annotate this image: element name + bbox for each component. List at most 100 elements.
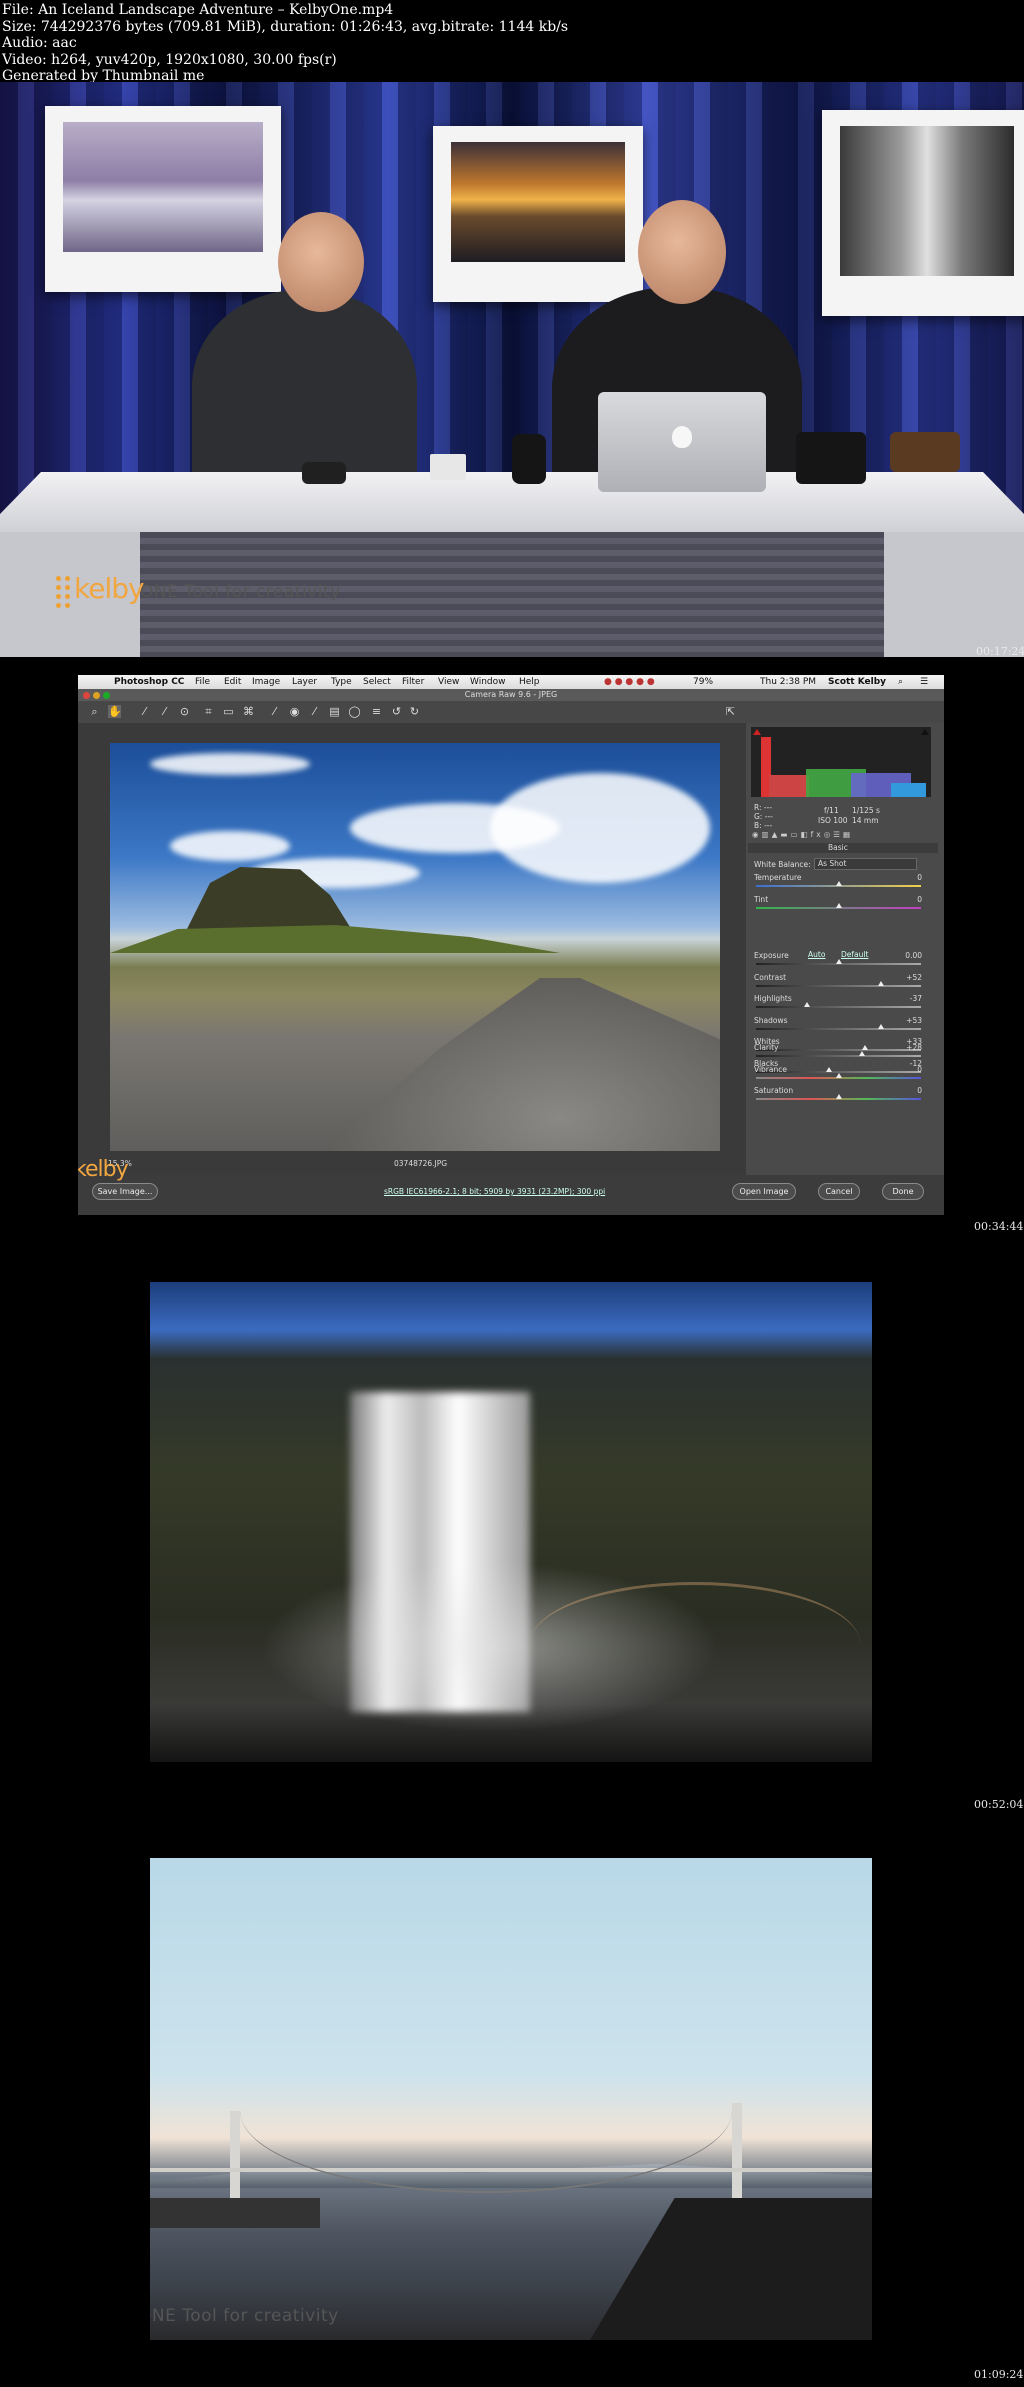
slider-thumb-highlights[interactable] (804, 1002, 811, 1007)
kelby-dots-icon (54, 574, 72, 610)
slider-value-saturation[interactable]: 0 (886, 1086, 922, 1095)
slider-exposure[interactable] (756, 959, 921, 965)
menu-help[interactable]: Help (519, 675, 540, 689)
fullscreen-icon[interactable]: ⇱ (724, 705, 737, 718)
preferences-icon[interactable]: ≡ (370, 705, 383, 718)
slider-thumb-saturation[interactable] (835, 1094, 842, 1099)
slider-thumb-whites[interactable] (861, 1045, 868, 1050)
laptop (598, 392, 766, 492)
slider-thumb-contrast[interactable] (878, 980, 885, 986)
done-button[interactable]: Done (882, 1183, 924, 1200)
menu-app[interactable]: Photoshop CC (114, 675, 184, 689)
slider-contrast[interactable] (756, 980, 921, 987)
slider-label-contrast: Contrast (754, 972, 787, 982)
menu-image[interactable]: Image (252, 675, 280, 689)
panel-tab-icons[interactable]: ◉▥▲▬▭◧fx◎☰▦ (752, 830, 853, 839)
slider-shadows[interactable] (756, 1023, 921, 1030)
adjustment-brush-icon[interactable]: ⁄ (308, 705, 321, 718)
list-icon[interactable]: ☰ (920, 675, 928, 689)
bridge-photo: kelby ONE Tool for creativity (150, 1858, 872, 2340)
file-name: 03748726.JPG (394, 1159, 448, 1168)
histogram (751, 727, 931, 797)
highlight-clip-icon[interactable] (921, 729, 929, 735)
slider-value-vibrance[interactable]: 0 (886, 1065, 922, 1074)
focal-length: 14 mm (852, 816, 879, 825)
menu-edit[interactable]: Edit (224, 675, 241, 689)
hand-tool-icon[interactable]: ✋ (108, 705, 122, 718)
slider-value-exposure[interactable]: 0.00 (886, 951, 922, 960)
open-image-button[interactable]: Open Image (732, 1183, 796, 1200)
slider-value-shadows[interactable]: +53 (886, 1016, 922, 1025)
white-balance-tool-icon[interactable]: ⁄ (138, 705, 151, 718)
slider-value-tint[interactable]: 0 (886, 895, 922, 904)
slider-thumb-blacks[interactable] (825, 1066, 832, 1072)
menu-file[interactable]: File (195, 675, 210, 689)
slider-vibrance[interactable] (756, 1072, 921, 1079)
slider-thumb-tint[interactable] (835, 902, 842, 908)
close-icon[interactable] (83, 692, 90, 699)
print-sunset (433, 126, 643, 302)
slider-saturation[interactable] (756, 1094, 921, 1100)
zoom-tool-icon[interactable]: ⌕ (88, 705, 101, 718)
menu-layer[interactable]: Layer (292, 675, 317, 689)
slider-thumb-clarity[interactable] (858, 1051, 865, 1056)
slider-thumb-vibrance[interactable] (835, 1072, 842, 1078)
slider-thumb-temperature[interactable] (835, 881, 842, 886)
auto-link[interactable]: Auto (808, 950, 825, 959)
menu-type[interactable]: Type (331, 675, 352, 689)
slider-value-clarity[interactable]: +28 (886, 1043, 922, 1052)
slider-thumb-exposure[interactable] (835, 959, 842, 964)
slider-tint[interactable] (756, 902, 921, 909)
print-iceberg (45, 106, 281, 292)
slider-value-highlights[interactable]: -37 (886, 994, 922, 1003)
timestamp-4: 01:09:24 (974, 2368, 1024, 2381)
readout-g: G: (754, 812, 763, 821)
kelby-logo-sub-3: ONE Tool for creativity (150, 2306, 339, 2326)
rotate-right-icon[interactable]: ↻ (408, 705, 421, 718)
cancel-button[interactable]: Cancel (818, 1183, 860, 1200)
save-image-button[interactable]: Save Image... (92, 1183, 158, 1200)
image-preview[interactable] (110, 743, 720, 1151)
minimize-icon[interactable] (93, 692, 100, 699)
slider-value-temperature[interactable]: 0 (886, 873, 922, 882)
spot-removal-icon[interactable]: ⁄ (268, 705, 281, 718)
slider-temperature[interactable] (756, 881, 921, 887)
user-name[interactable]: Scott Kelby (828, 675, 886, 689)
radial-filter-icon[interactable]: ◯ (348, 705, 361, 718)
spotlight-icon[interactable]: ⌕ (898, 675, 903, 689)
slider-thumb-shadows[interactable] (878, 1023, 885, 1029)
workflow-options-link[interactable]: sRGB IEC61966-2.1; 8 bit; 5909 by 3931 (… (384, 1187, 605, 1196)
window-title: Camera Raw 9.6 - JPEG (464, 690, 558, 699)
graduated-filter-icon[interactable]: ▤ (328, 705, 341, 718)
menu-select[interactable]: Select (363, 675, 391, 689)
crop-tool-icon[interactable]: ⌗ (202, 705, 215, 718)
menu-filter[interactable]: Filter (402, 675, 424, 689)
slider-label-saturation: Saturation (754, 1086, 794, 1095)
shadow-clip-icon[interactable] (753, 729, 761, 735)
timestamp-1: 00:17:24 (976, 645, 1024, 658)
targeted-adjust-icon[interactable]: ⊙ (178, 705, 191, 718)
status-icons: ● ● ● ● ● (604, 677, 655, 687)
slider-value-contrast[interactable]: +52 (886, 973, 922, 982)
gear-pouch-icon (302, 462, 346, 484)
kelby-logo: kelby (74, 572, 145, 605)
red-eye-icon[interactable]: ◉ (288, 705, 301, 718)
white-balance-select[interactable]: As Shot (814, 858, 917, 870)
timestamp-2: 00:34:44 (974, 1220, 1024, 1233)
slider-clarity[interactable] (756, 1051, 921, 1057)
slider-label-clarity: Clarity (754, 1043, 779, 1052)
transform-tool-icon[interactable]: ⌘ (242, 705, 255, 718)
rotate-left-icon[interactable]: ↺ (390, 705, 403, 718)
slider-highlights[interactable] (756, 1002, 921, 1008)
menu-window[interactable]: Window (470, 675, 506, 689)
kelby-logo-2: kelby (78, 1157, 129, 1182)
kelby-logo-sub: ONE Tool for creativity (140, 582, 341, 602)
color-sampler-icon[interactable]: ⁄ (158, 705, 171, 718)
straighten-tool-icon[interactable]: ▭ (222, 705, 235, 718)
host-left-head (278, 212, 364, 312)
default-link[interactable]: Default (841, 950, 868, 959)
camera-icon (796, 432, 866, 484)
menu-view[interactable]: View (438, 675, 459, 689)
zoom-icon[interactable] (103, 692, 110, 699)
adjustments-panel: R: --- G: --- B: --- f/11 1/125 s ISO 10… (746, 723, 944, 1193)
